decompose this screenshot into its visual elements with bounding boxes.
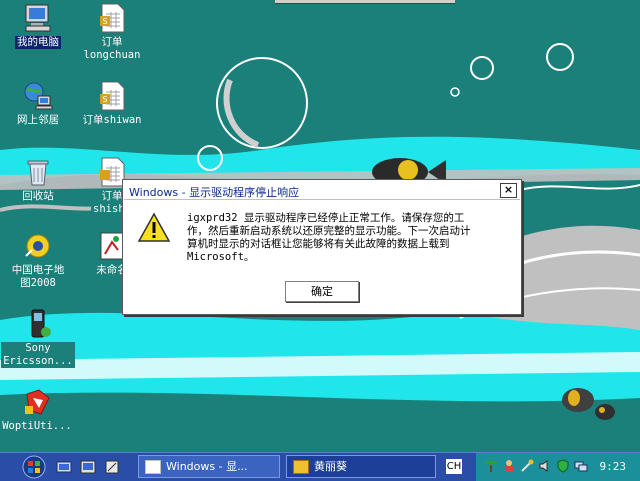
taskbar: Windows - 显... 黄丽葵 CH 9:23 [0, 452, 640, 481]
taskbar-button-label: Windows - 显... [166, 460, 248, 473]
spreadsheet-icon: S [100, 81, 125, 111]
desktop-icon-label: 网上邻居 [17, 114, 59, 126]
palm-icon[interactable] [484, 459, 498, 473]
svg-text:S: S [102, 17, 107, 26]
tools-icon[interactable] [520, 459, 534, 473]
window-edge-strip [275, 0, 455, 4]
shield-icon[interactable] [556, 459, 570, 473]
dialog-title: Windows - 显示驱动程序停止响应 [129, 186, 300, 199]
clock[interactable]: 9:23 [600, 460, 627, 473]
svg-text:S: S [102, 95, 107, 104]
spreadsheet-icon: S [100, 3, 125, 33]
desktop-icon-order-longchuan[interactable]: S 订单 longchuan [74, 2, 150, 62]
desktop-icon-my-computer[interactable]: 我的电脑 [0, 2, 76, 49]
system-tray: 9:23 [476, 453, 640, 481]
desktop-icon-china-map[interactable]: 中国电子地 图2008 [0, 230, 76, 290]
error-dialog: Windows - 显示驱动程序停止响应 × igxprd32 显示驱动程序已经… [122, 179, 522, 315]
desktop-icon-label: 中国电子地 图2008 [9, 264, 67, 290]
ime-indicator[interactable]: CH [446, 459, 462, 474]
desktop-icon-label: 订单shiwan [82, 114, 142, 126]
taskbar-button-huang[interactable]: 黄丽葵 [286, 455, 436, 478]
window-icon [145, 460, 161, 474]
ie-icon[interactable] [104, 459, 120, 475]
map-app-icon [25, 234, 50, 258]
desktop-icon-label: Sony Ericsson... [1, 342, 75, 368]
desktop-icon-label: WoptiUti... [2, 420, 72, 432]
taskbar-button-dialog[interactable]: Windows - 显... [138, 455, 280, 478]
figure-icon[interactable] [502, 459, 516, 473]
warning-icon [137, 212, 171, 242]
media-icon[interactable] [80, 459, 96, 475]
phone-icon [31, 309, 51, 338]
dialog-titlebar[interactable]: Windows - 显示驱动程序停止响应 × [124, 181, 520, 200]
computer-icon [25, 4, 51, 32]
desktop-icon-network[interactable]: 网上邻居 [0, 80, 76, 127]
desktop-icon-recycle-bin[interactable]: 回收站 [0, 156, 76, 203]
network-icon [24, 82, 53, 110]
dialog-message: igxprd32 显示驱动程序已经停止正常工作。请保存您的工 作，然后重新启动系… [187, 212, 471, 263]
desktop-icon-woptiuti[interactable]: WoptiUti... [0, 386, 74, 433]
network-tray-icon[interactable] [574, 459, 588, 473]
taskbar-button-label: 黄丽葵 [314, 460, 347, 473]
optimizer-icon [25, 389, 50, 415]
desktop-icon-label: 我的电脑 [15, 36, 61, 49]
ok-button[interactable]: 确定 [285, 281, 359, 302]
speaker-icon[interactable] [538, 459, 552, 473]
start-orb-icon[interactable] [6, 455, 46, 479]
desktop-icon-label: 回收站 [20, 190, 56, 203]
desktop-icon-order-shiwan[interactable]: S 订单shiwan [74, 80, 150, 127]
folder-icon [293, 460, 309, 474]
desktop-icon-sony-ericsson[interactable]: Sony Ericsson... [0, 308, 76, 368]
show-desktop-icon[interactable] [56, 459, 72, 475]
desktop-icon-label: 订单 longchuan [83, 36, 141, 61]
close-button[interactable]: × [500, 183, 517, 198]
recycle-bin-icon [27, 160, 49, 186]
